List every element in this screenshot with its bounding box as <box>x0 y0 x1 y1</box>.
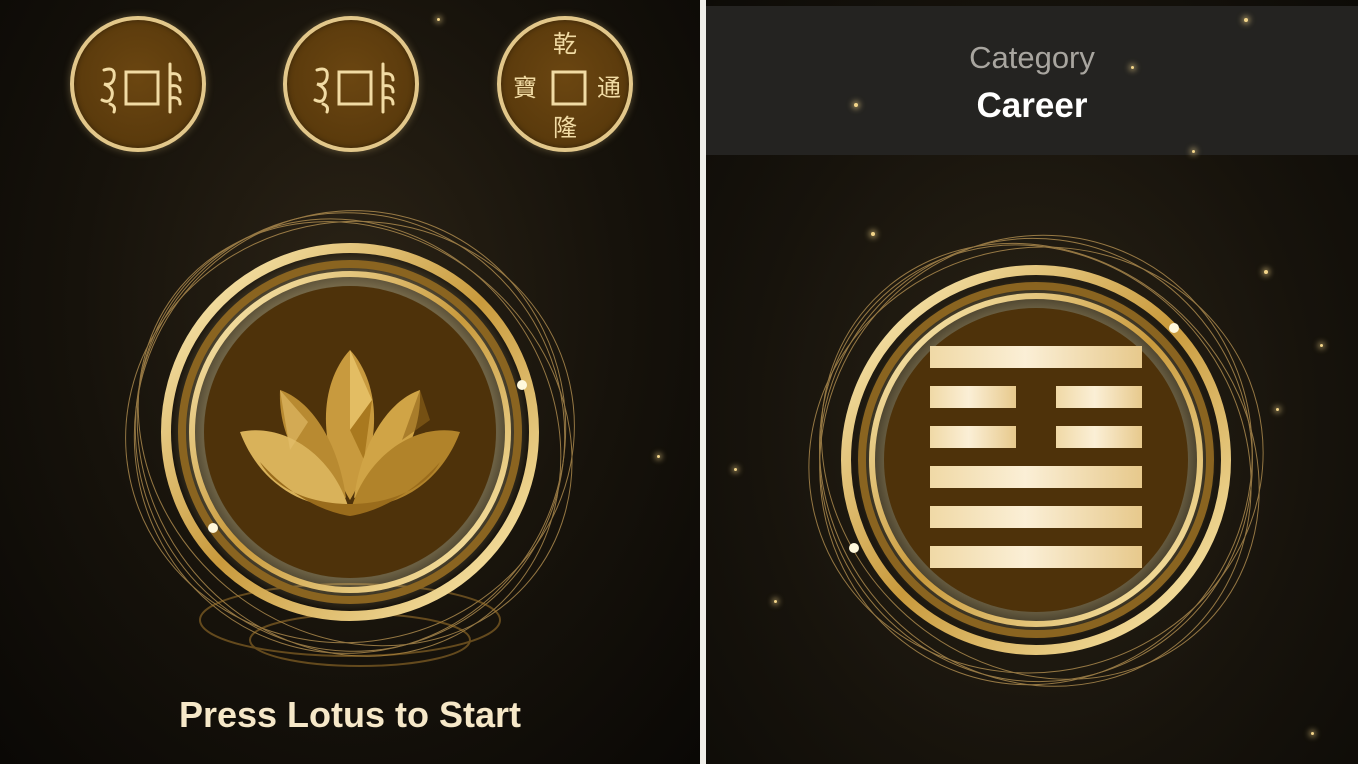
start-instruction: Press Lotus to Start <box>178 694 522 735</box>
coin-toss-screen: 乾 隆 寶 通 Press Lotus to Start <box>0 0 700 764</box>
category-value: Career <box>976 86 1088 125</box>
hexagram-line-solid <box>930 346 1142 368</box>
coin-char-right: 通 <box>597 74 621 102</box>
hexagram-line-broken <box>1056 426 1142 448</box>
coin-2 <box>283 16 419 152</box>
coin-3: 乾 隆 寶 通 <box>497 16 633 152</box>
hexagram-display <box>796 218 1276 698</box>
sparkle <box>1311 732 1314 735</box>
category-label: Category <box>969 40 1095 75</box>
sparkle <box>774 600 777 603</box>
sparkle <box>871 232 875 236</box>
hexagram-line-solid <box>930 506 1142 528</box>
manchu-script-icon <box>100 62 182 114</box>
coin-1 <box>70 16 206 152</box>
coin-char-top: 乾 <box>553 30 577 58</box>
sparkle <box>1192 150 1195 153</box>
hexagram-line-broken <box>930 426 1016 448</box>
coin-char-left: 寶 <box>513 74 537 102</box>
hexagram-line-solid <box>930 466 1142 488</box>
sparkle <box>1320 344 1323 347</box>
hexagram-line-broken <box>1056 386 1142 408</box>
result-screen: Category Career <box>706 0 1358 764</box>
sparkle <box>1276 408 1279 411</box>
sparkle <box>657 455 660 458</box>
sparkle <box>1131 66 1134 69</box>
manchu-script-icon <box>313 62 395 114</box>
hexagram-line-broken <box>930 386 1016 408</box>
hexagram-line-solid <box>930 546 1142 568</box>
sparkle <box>1244 18 1248 22</box>
category-header: Category Career <box>706 6 1358 155</box>
lotus-button[interactable] <box>110 200 590 680</box>
sparkle <box>854 103 858 107</box>
sparkle <box>1264 270 1268 274</box>
sparkle <box>437 18 440 21</box>
sparkle <box>734 468 737 471</box>
coin-char-bottom: 隆 <box>553 114 577 142</box>
